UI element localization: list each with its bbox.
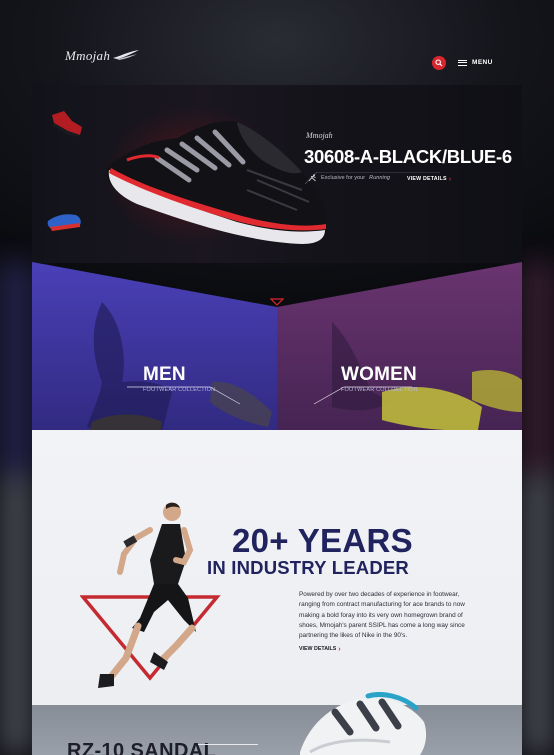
about-body: Powered by over two decades of experienc…: [299, 591, 465, 640]
hero-brand: Mmojah: [306, 131, 333, 140]
search-icon: [435, 59, 443, 67]
category-sub-women: FOOTWEAR COLLOECTION: [341, 387, 418, 393]
sandal-image[interactable]: [290, 692, 430, 755]
hero-view-details-link[interactable]: VIEW DETAILS ›: [407, 175, 452, 183]
chevron-down-icon: [270, 298, 284, 306]
hero-tagline: Exclusive for your Running: [308, 174, 390, 182]
category-label-women: WOMEN: [341, 364, 417, 385]
about-view-details-label: VIEW DETAILS: [299, 646, 337, 652]
section-divider: [32, 430, 522, 482]
hero-banner: [32, 85, 522, 263]
menu-button[interactable]: MENU: [458, 58, 493, 67]
wing-icon: [113, 50, 139, 60]
feature-title-rule: [198, 744, 258, 745]
page-canvas: Mmojah MENU Mmojah 30608-A-BLACK/BLUE-6 …: [0, 0, 554, 755]
about-view-details-link[interactable]: VIEW DETAILS ›: [299, 645, 341, 653]
product-title: 30608-A-BLACK/BLUE-6: [304, 146, 512, 167]
hero-shoe-image[interactable]: [97, 110, 332, 250]
runner-image: [80, 502, 221, 688]
tagline-prefix: Exclusive for your: [321, 175, 366, 181]
category-sub-men: FOOTWEAR COLLECTION: [143, 387, 216, 393]
chevron-right-icon: ›: [338, 645, 341, 653]
thumbnail-shoe-red[interactable]: [50, 107, 84, 139]
hamburger-icon: [458, 58, 467, 67]
thumbnail-shoe-blue[interactable]: [46, 207, 84, 235]
brand-logo[interactable]: Mmojah: [65, 48, 110, 64]
feature-title: RZ-10 SANDAL: [67, 740, 217, 755]
runner-icon: [308, 174, 316, 182]
category-label-men: MEN: [143, 364, 186, 385]
tagline-emphasis: Running: [369, 175, 390, 181]
search-button[interactable]: [432, 56, 446, 70]
about-headline: 20+ YEARS: [232, 522, 413, 559]
menu-label: MENU: [472, 59, 493, 66]
hero-view-details-label: VIEW DETAILS: [407, 176, 447, 182]
about-subheadline: IN INDUSTRY LEADER: [207, 557, 409, 578]
chevron-right-icon: ›: [448, 175, 452, 183]
